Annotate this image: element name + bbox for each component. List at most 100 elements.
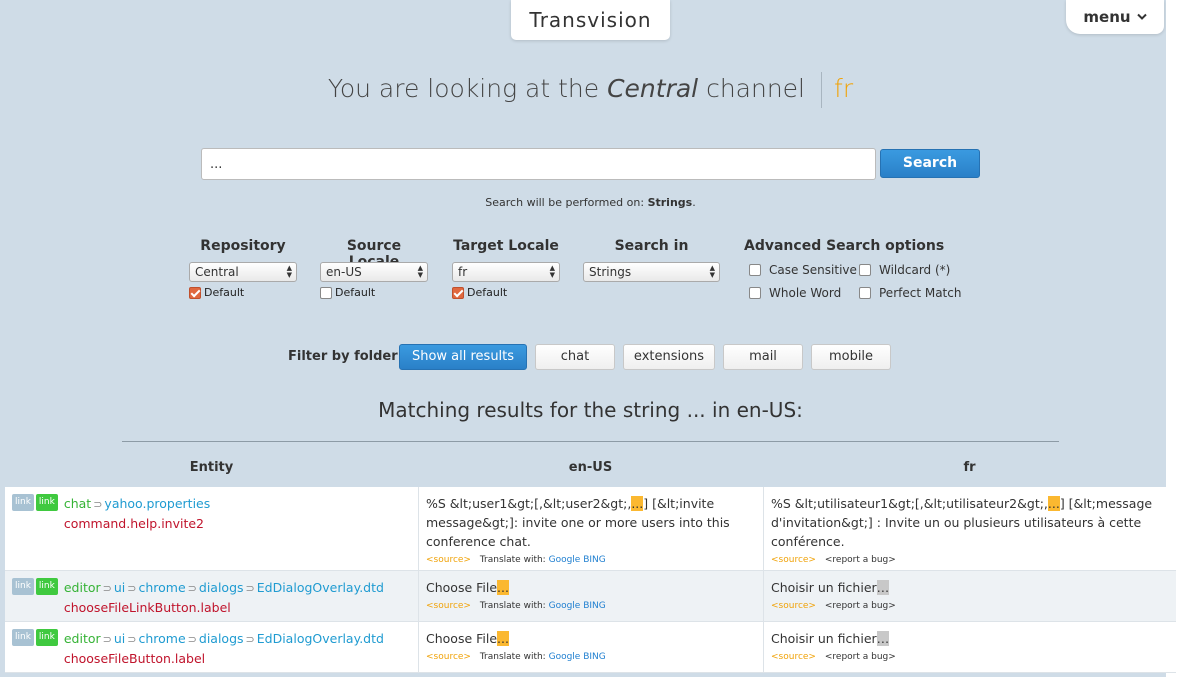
report-bug-link[interactable]: <report a bug> bbox=[825, 652, 896, 662]
google-translate-link[interactable]: Google bbox=[549, 601, 581, 611]
path-separator-icon: ⊃ bbox=[93, 498, 103, 511]
source-string: Choose File... bbox=[426, 629, 756, 648]
source-locale-default: Default bbox=[320, 286, 428, 299]
search-in-select[interactable]: Strings ▲ ▼ bbox=[583, 262, 720, 282]
path-segment[interactable]: chat bbox=[64, 496, 91, 511]
source-string: Choose File... bbox=[426, 578, 756, 597]
source-link[interactable]: <source> bbox=[426, 601, 471, 611]
menu-label: menu bbox=[1083, 8, 1131, 26]
source-locale-default-label: Default bbox=[335, 286, 376, 299]
source-text-before: Choose File bbox=[426, 631, 498, 646]
target-highlight: … bbox=[876, 631, 890, 646]
wildcard-label: Wildcard (*) bbox=[879, 263, 951, 277]
target-string-cell: Choisir un fichier… <source> <report a b… bbox=[763, 622, 1176, 672]
search-in-value: Strings bbox=[589, 265, 632, 279]
column-header-entity: Entity bbox=[189, 460, 234, 475]
path-file[interactable]: EdDialogOverlay.dtd bbox=[257, 580, 384, 595]
path-segment[interactable]: chrome bbox=[138, 580, 185, 595]
entity-link-tag[interactable]: link bbox=[35, 494, 58, 511]
report-bug-link[interactable]: <report a bug> bbox=[825, 555, 896, 565]
google-translate-link[interactable]: Google bbox=[549, 652, 581, 662]
target-locale-value: fr bbox=[458, 265, 468, 279]
path-segment[interactable]: chrome bbox=[138, 631, 185, 646]
entity-link-tag[interactable]: link bbox=[12, 629, 34, 646]
source-link[interactable]: <source> bbox=[771, 652, 816, 662]
target-locale-default-checkbox[interactable] bbox=[452, 286, 464, 299]
case-sensitive-label: Case Sensitive bbox=[769, 263, 857, 277]
path-segment[interactable]: dialogs bbox=[199, 631, 244, 646]
source-text-before: Choose File bbox=[426, 580, 498, 595]
target-cell-links: <source> <report a bug> bbox=[771, 600, 1169, 612]
entity-cell: link link editor ⊃ ui ⊃ chrome ⊃ dialogs ⊃ EdDia… bbox=[5, 571, 418, 621]
search-in-label: Search in bbox=[614, 238, 689, 254]
whole-word-checkbox[interactable] bbox=[749, 287, 761, 299]
path-file[interactable]: yahoo.properties bbox=[104, 496, 210, 511]
path-file[interactable]: EdDialogOverlay.dtd bbox=[257, 631, 384, 646]
entity-link-tag[interactable]: link bbox=[35, 629, 58, 646]
advanced-options-title: Advanced Search options bbox=[744, 238, 945, 254]
filter-mail-button[interactable]: mail bbox=[723, 344, 803, 370]
menu-button[interactable]: menu bbox=[1066, 0, 1164, 34]
path-segment[interactable]: ui bbox=[114, 631, 125, 646]
target-cell-links: <source> <report a bug> bbox=[771, 651, 1169, 663]
path-separator-icon: ⊃ bbox=[127, 582, 137, 595]
entity-links: link link bbox=[12, 494, 58, 566]
results-table: link link chat ⊃ yahoo.properties command.… bbox=[5, 487, 1176, 673]
source-link[interactable]: <source> bbox=[771, 601, 816, 611]
headline-divider bbox=[821, 72, 823, 108]
entity-key[interactable]: command.help.invite2 bbox=[64, 514, 210, 533]
perfect-match-option: Perfect Match bbox=[859, 286, 961, 300]
entity-link-tag[interactable]: link bbox=[12, 494, 34, 511]
entity-path: chat ⊃ yahoo.properties bbox=[64, 494, 210, 514]
wildcard-checkbox[interactable] bbox=[859, 264, 871, 276]
target-highlight: … bbox=[876, 580, 890, 595]
entity-key[interactable]: chooseFileLinkButton.label bbox=[64, 598, 384, 617]
target-locale-select[interactable]: fr ▲ ▼ bbox=[452, 262, 560, 282]
table-row: link link editor ⊃ ui ⊃ chrome ⊃ dialogs ⊃ EdDia… bbox=[5, 571, 1176, 622]
filter-extensions-button[interactable]: extensions bbox=[623, 344, 715, 370]
source-locale-select[interactable]: en-US ▲ ▼ bbox=[320, 262, 428, 282]
source-string: %S &lt;user1&gt;[,&lt;user2&gt;,...] [&l… bbox=[426, 494, 756, 551]
entity-path: editor ⊃ ui ⊃ chrome ⊃ dialogs ⊃ EdDialogOverlay… bbox=[64, 578, 384, 598]
bing-translate-link[interactable]: BING bbox=[583, 652, 606, 662]
bing-translate-link[interactable]: BING bbox=[583, 555, 606, 565]
filter-label: Filter by folder: bbox=[288, 349, 403, 364]
source-link[interactable]: <source> bbox=[426, 652, 471, 662]
source-cell-links: <source> Translate with: Google BING bbox=[426, 651, 756, 663]
filter-show-all-button[interactable]: Show all results bbox=[399, 344, 527, 370]
google-translate-link[interactable]: Google bbox=[549, 555, 581, 565]
filter-chat-button[interactable]: chat bbox=[535, 344, 615, 370]
source-locale-default-checkbox[interactable] bbox=[320, 286, 332, 299]
table-row: link link editor ⊃ ui ⊃ chrome ⊃ dialogs ⊃ EdDia… bbox=[5, 622, 1176, 673]
path-segment[interactable]: editor bbox=[64, 580, 101, 595]
source-text-before: %S &lt;user1&gt;[,&lt;user2&gt;, bbox=[426, 496, 632, 511]
source-link[interactable]: <source> bbox=[771, 555, 816, 565]
results-divider bbox=[122, 441, 1059, 442]
repository-select[interactable]: Central ▲ ▼ bbox=[189, 262, 297, 282]
perfect-match-checkbox[interactable] bbox=[859, 287, 871, 299]
bing-translate-link[interactable]: BING bbox=[583, 601, 606, 611]
select-arrows-icon: ▲ ▼ bbox=[709, 264, 715, 279]
source-locale-value: en-US bbox=[326, 265, 362, 279]
target-locale-default-label: Default bbox=[467, 286, 508, 299]
path-separator-icon: ⊃ bbox=[245, 582, 255, 595]
entity-cell: link link editor ⊃ ui ⊃ chrome ⊃ dialogs ⊃ EdDia… bbox=[5, 622, 418, 672]
entity-link-tag[interactable]: link bbox=[35, 578, 58, 595]
repository-default: Default bbox=[189, 286, 297, 299]
search-button[interactable]: Search bbox=[880, 149, 980, 178]
entity-key[interactable]: chooseFileButton.label bbox=[64, 649, 384, 668]
target-text-before: %S &lt;utilisateur1&gt;[,&lt;utilisateur… bbox=[771, 496, 1048, 511]
path-segment[interactable]: dialogs bbox=[199, 580, 244, 595]
repository-default-checkbox[interactable] bbox=[189, 286, 201, 299]
search-in-group: Search in Strings ▲ ▼ bbox=[583, 238, 720, 282]
filter-mobile-button[interactable]: mobile bbox=[811, 344, 891, 370]
site-title[interactable]: Transvision bbox=[511, 0, 670, 40]
entity-link-tag[interactable]: link bbox=[12, 578, 34, 595]
source-locale-label: Source Locale bbox=[346, 238, 402, 270]
search-input[interactable] bbox=[201, 148, 876, 180]
case-sensitive-checkbox[interactable] bbox=[749, 264, 761, 276]
path-segment[interactable]: ui bbox=[114, 580, 125, 595]
report-bug-link[interactable]: <report a bug> bbox=[825, 601, 896, 611]
source-link[interactable]: <source> bbox=[426, 555, 471, 565]
path-segment[interactable]: editor bbox=[64, 631, 101, 646]
